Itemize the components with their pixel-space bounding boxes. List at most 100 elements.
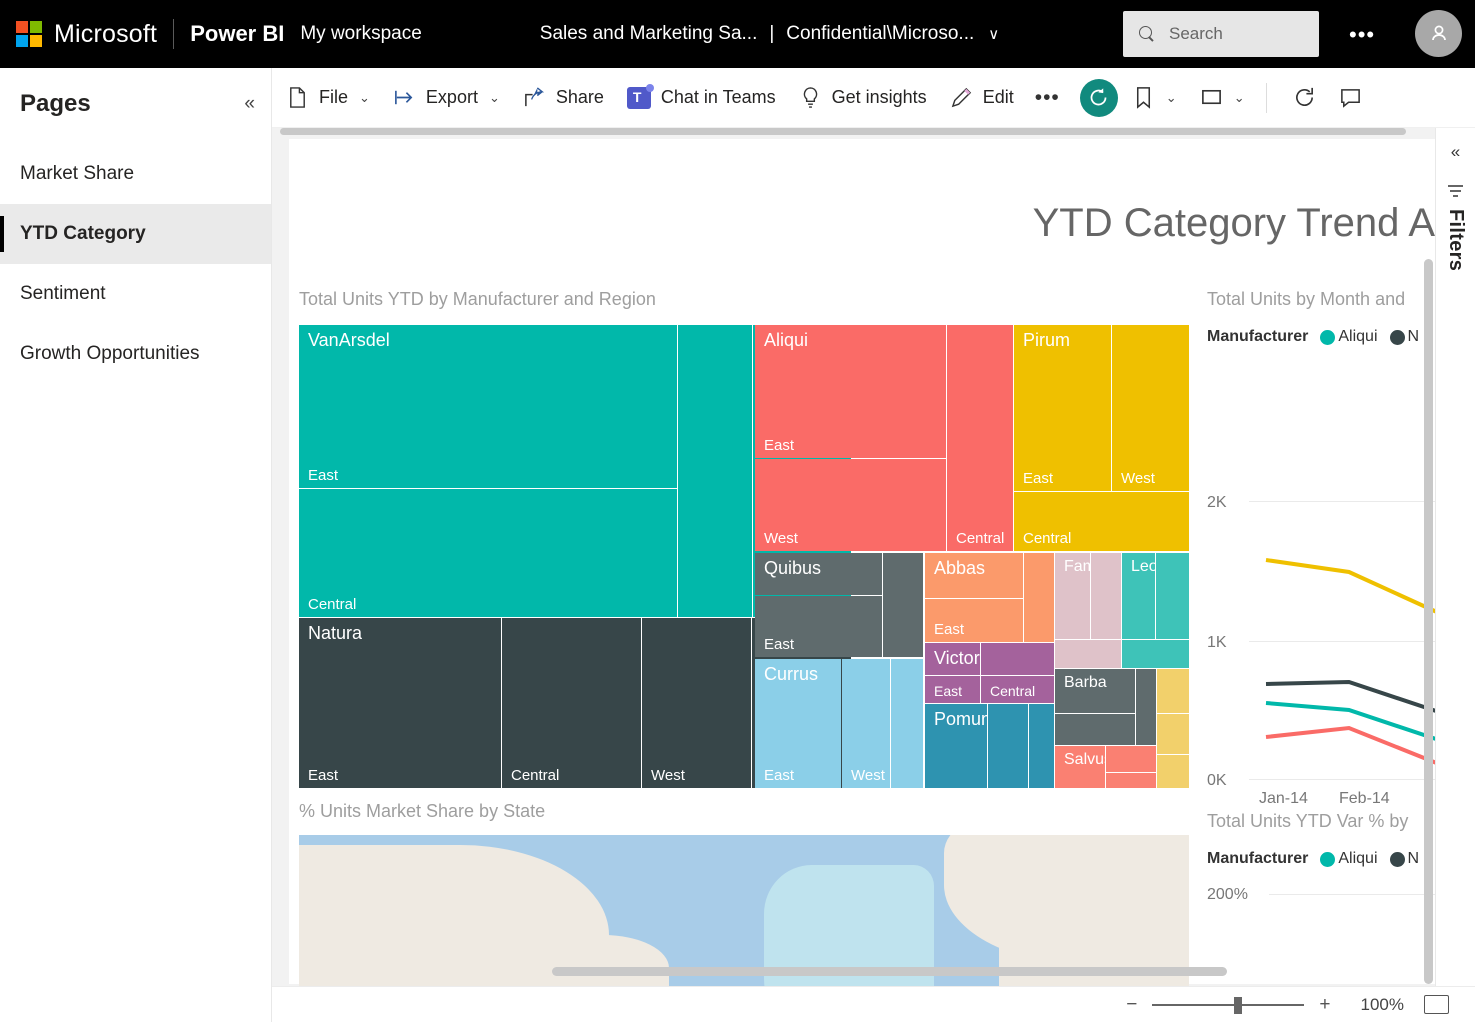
chevron-down-icon: ⌄ — [1234, 90, 1245, 106]
legend-item-aliqui[interactable]: Aliqui — [1320, 328, 1377, 346]
treemap-tile-abbas-extra[interactable] — [1024, 553, 1054, 642]
treemap-tile-abbas-east[interactable]: East — [925, 599, 1023, 642]
series-line-natura — [1266, 682, 1439, 712]
sensitivity-label[interactable]: Confidential\Microso... — [786, 23, 974, 45]
get-insights-button[interactable]: Get insights — [790, 76, 936, 120]
treemap-tile-leo-c[interactable] — [1122, 640, 1189, 668]
zoom-slider-thumb[interactable] — [1234, 997, 1242, 1014]
treemap-tile-victoria-central[interactable]: Central — [981, 676, 1054, 703]
bookmarks-button[interactable]: ⌄ — [1123, 76, 1186, 120]
treemap-tile-fama-b[interactable] — [1091, 553, 1121, 639]
sidebar-item-growth-opportunities[interactable]: Growth Opportunities — [0, 324, 271, 384]
search-input[interactable]: Search — [1123, 11, 1319, 57]
legend-item-aliqui[interactable]: Aliqui — [1320, 850, 1377, 868]
top-more-options-button[interactable]: ••• — [1349, 24, 1375, 46]
treemap-tile-aliqui-east[interactable]: Aliqui East — [755, 325, 946, 458]
treemap-tile-barba-a[interactable]: Barba — [1055, 669, 1135, 713]
treemap-tile-leo-a[interactable]: Leo — [1122, 553, 1155, 639]
canvas-vertical-scrollbar[interactable] — [1424, 259, 1433, 984]
comments-button[interactable] — [1330, 76, 1371, 120]
treemap-tile-salvus-b[interactable] — [1106, 746, 1156, 772]
treemap-tile-yellow-c[interactable] — [1157, 755, 1189, 788]
treemap-tile-victoria[interactable]: Victoria — [925, 643, 980, 675]
treemap-tile-vanarsdel-central[interactable]: Central — [299, 489, 677, 617]
treemap-tile-fama-a[interactable]: Fama — [1055, 553, 1090, 639]
treemap-tile-aliqui-central[interactable]: Central — [947, 325, 1013, 551]
collapse-pages-icon[interactable]: « — [244, 93, 255, 115]
treemap-plot[interactable]: VanArsdel East Central West Natura East … — [299, 325, 1189, 788]
chevron-down-icon[interactable]: ∨ — [988, 25, 999, 43]
variance-chart-visual[interactable]: Total Units YTD Var % by Manufacturer Al… — [1207, 811, 1437, 942]
treemap-tile-victoria-east[interactable]: East — [925, 676, 980, 703]
export-menu-button[interactable]: Export ⌄ — [384, 76, 509, 120]
lightbulb-icon — [799, 86, 822, 109]
treemap-tile-pirum-east[interactable]: Pirum East — [1014, 325, 1111, 491]
treemap-tile-quibus-east[interactable]: East — [755, 596, 882, 657]
treemap-tile-natura-west[interactable]: West — [642, 618, 751, 788]
treemap-tile-yellow-a[interactable] — [1157, 669, 1189, 713]
tile-manufacturer-label: Abbas — [934, 558, 985, 579]
edit-button[interactable]: Edit — [941, 76, 1023, 120]
treemap-tile-currus-west[interactable]: West — [842, 659, 890, 788]
treemap-tile-yellow-b[interactable] — [1157, 714, 1189, 754]
toolbar-more-options-button[interactable]: ••• — [1023, 87, 1072, 108]
variance-chart-plot[interactable]: 200% — [1207, 882, 1437, 942]
legend-item-natura[interactable]: N — [1390, 850, 1420, 868]
zoom-in-button[interactable]: + — [1313, 994, 1336, 1016]
canvas-scrollbar-top[interactable] — [280, 128, 1406, 135]
treemap-tile-barba-c[interactable] — [1136, 669, 1156, 745]
share-button[interactable]: Share — [514, 76, 613, 120]
treemap-tile-salvus-c[interactable] — [1106, 773, 1156, 788]
powerbi-wordmark[interactable]: Power BI — [190, 21, 284, 47]
avatar[interactable] — [1415, 10, 1462, 57]
treemap-tile-victoria-top[interactable] — [981, 643, 1054, 675]
treemap-tile-pomum-b[interactable] — [988, 704, 1028, 788]
pages-list: Market Share YTD Category Sentiment Grow… — [0, 144, 271, 384]
legend-item-label: N — [1408, 328, 1420, 346]
expand-filters-icon[interactable]: « — [1451, 142, 1460, 162]
line-chart-plot[interactable]: 2K 1K 0K Jan-14 Feb-14 — [1207, 360, 1437, 660]
treemap-tile-pomum[interactable]: Pomum — [925, 704, 987, 788]
variance-chart-legend[interactable]: Manufacturer Aliqui N — [1207, 850, 1437, 868]
treemap-tile-natura-central[interactable]: Central — [502, 618, 641, 788]
legend-item-natura[interactable]: N — [1390, 328, 1420, 346]
treemap-tile-vanarsdel-east[interactable]: VanArsdel East — [299, 325, 677, 488]
file-menu-button[interactable]: File ⌄ — [277, 76, 379, 120]
zoom-slider[interactable] — [1152, 1004, 1304, 1006]
treemap-tile-barba-b[interactable] — [1055, 714, 1135, 745]
treemap-tile-quibus[interactable]: Quibus — [755, 553, 882, 595]
fit-to-page-button[interactable] — [1424, 995, 1449, 1014]
gridline — [1269, 894, 1439, 895]
zoom-out-button[interactable]: − — [1120, 994, 1143, 1016]
treemap-tile-pirum-central[interactable]: Central — [1014, 492, 1189, 551]
treemap-tile-pomum-c[interactable] — [1029, 704, 1054, 788]
treemap-tile-aliqui-west[interactable]: West — [755, 459, 946, 551]
refresh-button[interactable] — [1284, 76, 1325, 120]
chat-in-teams-button[interactable]: Chat in Teams — [618, 76, 785, 120]
view-button[interactable]: ⌄ — [1191, 76, 1254, 120]
treemap-tile-salvus-a[interactable]: Salvus — [1055, 746, 1105, 788]
treemap-tile-currus-extra[interactable] — [891, 659, 923, 788]
share-icon — [523, 86, 546, 109]
treemap-tile-vanarsdel-spacer[interactable] — [678, 325, 752, 617]
treemap-tile-quibus-extra[interactable] — [883, 553, 923, 657]
treemap-tile-natura-east[interactable]: Natura East — [299, 618, 501, 788]
treemap-tile-pirum-west[interactable]: West — [1112, 325, 1189, 491]
pages-pane: Pages « Market Share YTD Category Sentim… — [0, 68, 272, 1022]
bookmark-icon — [1132, 86, 1155, 109]
workspace-name[interactable]: My workspace — [300, 23, 421, 45]
page-item-label: Market Share — [20, 163, 134, 185]
sidebar-item-sentiment[interactable]: Sentiment — [0, 264, 271, 324]
reset-button[interactable] — [1080, 79, 1118, 117]
sidebar-item-market-share[interactable]: Market Share — [0, 144, 271, 204]
treemap-tile-currus-east[interactable]: Currus East — [755, 659, 841, 788]
sidebar-item-ytd-category[interactable]: YTD Category — [0, 204, 271, 264]
line-chart-visual[interactable]: Total Units by Month and Manufacturer Al… — [1207, 289, 1437, 660]
treemap-tile-fama-c[interactable] — [1055, 640, 1121, 668]
canvas-horizontal-scrollbar[interactable] — [552, 967, 1227, 976]
line-chart-legend[interactable]: Manufacturer Aliqui N — [1207, 328, 1437, 346]
report-name[interactable]: Sales and Marketing Sa... — [540, 23, 758, 45]
treemap-visual[interactable]: Total Units YTD by Manufacturer and Regi… — [299, 289, 1189, 788]
treemap-tile-leo-b[interactable] — [1156, 553, 1189, 639]
treemap-tile-abbas[interactable]: Abbas — [925, 553, 1023, 598]
